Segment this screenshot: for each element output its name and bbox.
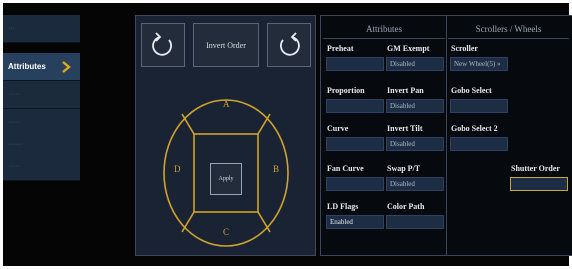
invert-tilt-label: Invert Tilt [387,124,423,133]
curve-label: Curve [327,124,349,133]
gobo-select-field[interactable] [450,99,508,113]
ld-flags-label: LD Flags [327,202,359,211]
fan-curve-field[interactable] [326,177,384,191]
sidebar-item-label: Attributes [8,62,46,71]
curve-field[interactable] [326,137,384,151]
proportion-field[interactable] [326,99,384,113]
preheat-label: Preheat [327,44,354,53]
ordering-panel: Invert Order A B C D Apply [135,15,316,256]
ld-flags-field[interactable]: Enabled [326,215,384,229]
scroller-dropdown[interactable]: New Wheel(5) » [450,57,508,71]
preheat-field[interactable] [326,57,384,71]
pad-segment-top[interactable]: A [223,99,230,109]
chevron-right-icon [62,61,71,73]
sidebar: ··· Attributes ····· ····· ······ ····· [3,15,80,181]
swap-pt-field[interactable]: Disabled [386,177,444,191]
scrollers-header: Scrollers / Wheels [448,19,569,39]
shutter-order-label: Shutter Order [511,164,560,173]
gm-exempt-label: GM Exempt [387,44,430,53]
rotate-right-button[interactable] [267,23,311,67]
color-path-label: Color Path [387,202,425,211]
sidebar-item-6[interactable]: ····· [3,153,80,181]
gobo-select-2-label: Gobo Select 2 [451,124,498,133]
rotate-left-button[interactable] [141,23,185,67]
attributes-header: Attributes [323,19,445,39]
sidebar-item-3[interactable]: ····· [3,81,80,109]
gm-exempt-field[interactable]: Disabled [386,57,444,71]
sidebar-item-1[interactable]: ··· [3,15,80,43]
invert-order-label: Invert Order [206,40,246,50]
sidebar-item-label: ····· [8,163,20,170]
invert-tilt-field[interactable]: Disabled [386,137,444,151]
shutter-order-field[interactable] [510,177,568,191]
sidebar-item-label: ··· [8,25,15,32]
sidebar-item-label: ······ [8,141,22,148]
swap-pt-label: Swap P/T [387,164,421,173]
gobo-select-2-field[interactable] [450,137,508,151]
invert-pan-field[interactable]: Disabled [386,99,444,113]
pad-segment-left[interactable]: D [174,164,181,174]
rotate-ccw-icon [152,32,172,56]
properties-panel: Attributes Scrollers / Wheels Preheat Pr… [320,15,572,256]
fan-curve-label: Fan Curve [327,164,364,173]
sidebar-item-attributes[interactable]: Attributes [3,53,80,81]
sidebar-item-label: ····· [8,119,20,126]
invert-pan-label: Invert Pan [387,86,424,95]
pad-segment-right[interactable]: B [273,164,279,174]
scroller-label: Scroller [451,44,478,53]
color-path-field[interactable] [386,215,444,229]
proportion-label: Proportion [327,86,365,95]
pad-segment-bottom[interactable]: C [223,227,229,237]
invert-order-button[interactable]: Invert Order [193,23,259,67]
rotate-cw-icon [280,32,300,56]
apply-button[interactable]: Apply [210,163,242,195]
apply-label: Apply [218,176,234,182]
sidebar-item-label: ····· [8,91,20,98]
gobo-select-label: Gobo Select [451,86,492,95]
